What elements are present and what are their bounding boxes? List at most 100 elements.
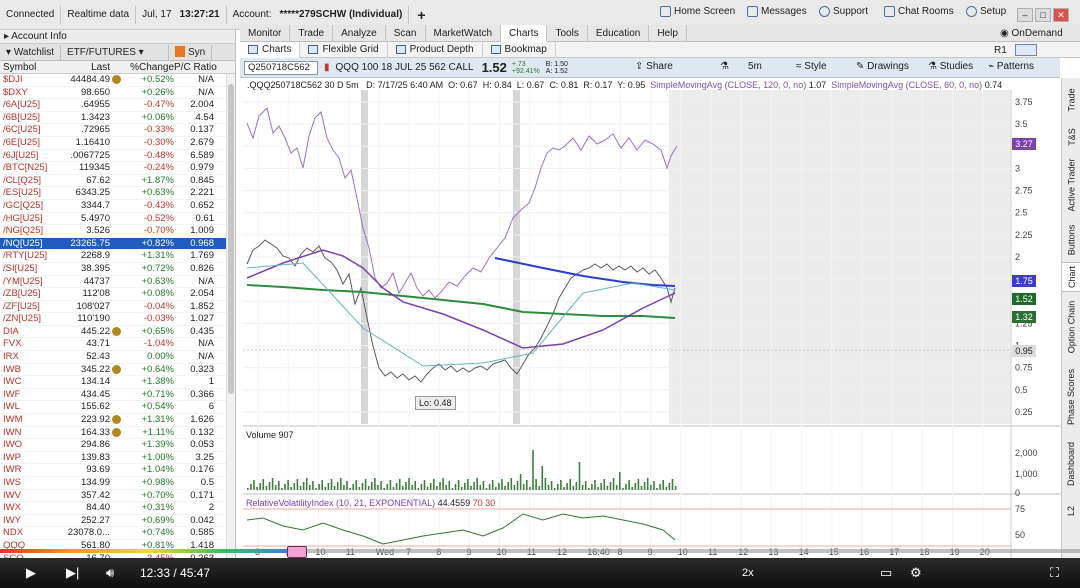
- watchlist-row[interactable]: /SI[U25] 38.395 +0.72% 0.826: [0, 263, 235, 276]
- col-symbol[interactable]: Symbol: [0, 61, 60, 73]
- share-button[interactable]: ⇪ Share: [635, 61, 673, 72]
- style-button[interactable]: ≈ Style: [796, 61, 827, 72]
- watchlist-row[interactable]: IWS 134.99 +0.98% 0.5: [0, 477, 235, 490]
- progress-handle[interactable]: [287, 546, 307, 558]
- drawings-button[interactable]: ✎ Drawings: [856, 61, 909, 72]
- side-tab-active-trader[interactable]: Active Trader: [1062, 152, 1080, 218]
- watchlist-row[interactable]: NDX 23078.0... +0.74% 0.585: [0, 527, 235, 540]
- account-selector[interactable]: *****279SCHW (Individual): [274, 5, 410, 24]
- tab-syn[interactable]: Syn: [169, 44, 213, 60]
- subtab-charts[interactable]: Charts: [240, 41, 301, 58]
- watchlist-row[interactable]: IRX 52.43 0.00% N/A: [0, 351, 235, 364]
- option-icon[interactable]: ▮: [324, 62, 330, 73]
- timeframe-button[interactable]: 5m: [748, 61, 762, 72]
- watchlist-scrollbar[interactable]: [226, 74, 235, 558]
- volume-icon[interactable]: 🔊︎: [106, 565, 114, 581]
- tab-charts[interactable]: Charts: [501, 25, 548, 42]
- watchlist-row[interactable]: /ZF[U25] 108'027 -0.04% 1.852: [0, 301, 235, 314]
- flask-icon[interactable]: ⚗: [720, 61, 729, 72]
- chat-rooms-button[interactable]: Chat Rooms: [884, 6, 954, 17]
- close-button[interactable]: ✕: [1053, 8, 1069, 22]
- tab-help[interactable]: Help: [649, 25, 687, 42]
- watchlist-row[interactable]: IWR 93.69 +1.04% 0.176: [0, 464, 235, 477]
- tab-tools[interactable]: Tools: [547, 25, 588, 42]
- subtab-product-depth[interactable]: Product Depth: [388, 41, 483, 58]
- subtab-bookmap[interactable]: Bookmap: [483, 41, 556, 58]
- watchlist-row[interactable]: IWL 155.62 +0.54% 6: [0, 401, 235, 415]
- side-tab-dashboard[interactable]: Dashboard: [1062, 432, 1080, 496]
- watchlist-row[interactable]: /6B[U25] 1.3423 +0.06% 4.54: [0, 112, 235, 125]
- maximize-button[interactable]: □: [1035, 8, 1051, 22]
- watchlist-row[interactable]: /6C[U25] .72965 -0.33% 0.137: [0, 124, 235, 137]
- tab-monitor[interactable]: Monitor: [240, 25, 291, 42]
- watchlist-row[interactable]: IWY 252.27 +0.69% 0.042: [0, 515, 235, 528]
- tab-marketwatch[interactable]: MarketWatch: [426, 25, 502, 42]
- watchlist-row[interactable]: /ZN[U25] 110'190 -0.03% 1.027: [0, 313, 235, 326]
- watchlist-row[interactable]: /NQ[U25] 23265.75 +0.82% 0.968: [0, 237, 235, 251]
- patterns-button[interactable]: ⌁ Patterns: [988, 61, 1034, 72]
- watchlist-row[interactable]: /GC[Q25] 3344.7 -0.43% 0.652: [0, 200, 235, 213]
- watchlist-row[interactable]: IWX 84.40 +0.31% 2: [0, 502, 235, 515]
- watchlist-row[interactable]: IWC 134.14 +1.38% 1: [0, 376, 235, 389]
- watchlist-row[interactable]: /6E[U25] 1.16410 -0.30% 2.679: [0, 137, 235, 150]
- watchlist-row[interactable]: IWF 434.45 +0.71% 0.366: [0, 389, 235, 402]
- watchlist-row[interactable]: /6A[U25] .64955 -0.47% 2.004: [0, 99, 235, 112]
- fullscreen-icon[interactable]: ⛶: [1050, 565, 1059, 581]
- watchlist-row[interactable]: /CL[Q25] 67.62 +1.87% 0.845: [0, 175, 235, 188]
- setup-button[interactable]: Setup: [966, 6, 1006, 17]
- col-ratio[interactable]: P/C Ratio: [174, 61, 224, 73]
- chart-canvas[interactable]: 3.753.53.2532.752.52.2521.751.51.2510.75…: [243, 78, 1061, 558]
- symbol-input[interactable]: Q250718C562: [244, 60, 318, 75]
- add-icon[interactable]: +: [409, 7, 433, 23]
- side-tab-option-chain[interactable]: Option Chain: [1062, 292, 1080, 362]
- side-tab-l2[interactable]: L2: [1062, 496, 1080, 526]
- watchlist-row[interactable]: $DXY 98.650 +0.26% N/A: [0, 87, 235, 100]
- ondemand-button[interactable]: ◉ OnDemand: [1000, 28, 1063, 39]
- col-change[interactable]: %Change: [122, 61, 174, 73]
- account-info-header[interactable]: ▸ Account Info: [0, 30, 235, 44]
- studies-button[interactable]: ⚗ Studies: [928, 61, 973, 72]
- watchlist-row[interactable]: FVX 43.71 -1.04% N/A: [0, 338, 235, 352]
- watchlist-row[interactable]: /ZB[U25] 112'08 +0.08% 2.054: [0, 288, 235, 301]
- watchlist-row[interactable]: /ES[U25] 6343.25 +0.63% 2.221: [0, 187, 235, 200]
- subtab-flexible-grid[interactable]: Flexible Grid: [300, 41, 388, 58]
- data-mode[interactable]: Realtime data: [61, 5, 137, 24]
- tab-education[interactable]: Education: [588, 25, 650, 42]
- watchlist-row[interactable]: /6J[U25] .0067725 -0.48% 6.589: [0, 150, 235, 163]
- watchlist-row[interactable]: IWP 139.83 +1.00% 3.25: [0, 452, 235, 465]
- video-progress[interactable]: [0, 549, 1080, 553]
- minimize-button[interactable]: –: [1017, 8, 1033, 22]
- messages-button[interactable]: Messages: [747, 6, 807, 17]
- side-tab-buttons[interactable]: Buttons: [1062, 218, 1080, 262]
- col-last[interactable]: Last: [60, 61, 110, 73]
- watchlist-row[interactable]: IWM 223.92 +1.31% 1.626: [0, 414, 235, 427]
- tab-watchlist[interactable]: ▾ Watchlist: [0, 44, 62, 60]
- watchlist-row[interactable]: IWO 294.86 +1.39% 0.053: [0, 439, 235, 452]
- watchlist-selector[interactable]: ETF/FUTURES ▾: [61, 44, 170, 60]
- speed-label[interactable]: 2x: [742, 567, 754, 579]
- tab-scan[interactable]: Scan: [386, 25, 426, 42]
- watchlist-row[interactable]: IWV 357.42 +0.70% 0.171: [0, 490, 235, 503]
- next-icon[interactable]: ▶|: [66, 565, 79, 581]
- layout-icon[interactable]: [1015, 44, 1037, 56]
- watchlist-row[interactable]: IWB 345.22 +0.64% 0.323: [0, 364, 235, 377]
- side-tab-t-s[interactable]: T&S: [1062, 122, 1080, 152]
- tab-trade[interactable]: Trade: [290, 25, 334, 42]
- watchlist-row[interactable]: /BTC[N25] 119345 -0.24% 0.979: [0, 162, 235, 175]
- watchlist-row[interactable]: /RTY[U25] 2268.9 +1.31% 1.769: [0, 250, 235, 263]
- settings-icon[interactable]: ⚙: [910, 565, 922, 581]
- watchlist-row[interactable]: IWN 164.33 +1.11% 0.132: [0, 427, 235, 440]
- watchlist-row[interactable]: /YM[U25] 44737 +0.63% N/A: [0, 276, 235, 289]
- support-button[interactable]: Support: [819, 6, 868, 17]
- play-icon[interactable]: ▶: [26, 565, 36, 581]
- tab-analyze[interactable]: Analyze: [333, 25, 386, 42]
- side-tab-trade[interactable]: Trade: [1062, 78, 1080, 122]
- side-tab-phase-scores[interactable]: Phase Scores: [1062, 362, 1080, 432]
- watchlist-row[interactable]: /NG[Q25] 3.526 -0.70% 1.009: [0, 225, 235, 238]
- side-tab-chart[interactable]: Chart: [1062, 262, 1080, 292]
- watchlist-row[interactable]: $DJI 44484.49 +0.52% N/A: [0, 74, 235, 87]
- captions-icon[interactable]: ▭: [880, 565, 892, 581]
- watchlist-row[interactable]: /HG[U25] 5.4970 -0.52% 0.61: [0, 213, 235, 226]
- watchlist-row[interactable]: DIA 445.22 +0.65% 0.435: [0, 326, 235, 339]
- price-chart[interactable]: 3.753.53.2532.752.52.2521.751.51.2510.75…: [243, 78, 1061, 558]
